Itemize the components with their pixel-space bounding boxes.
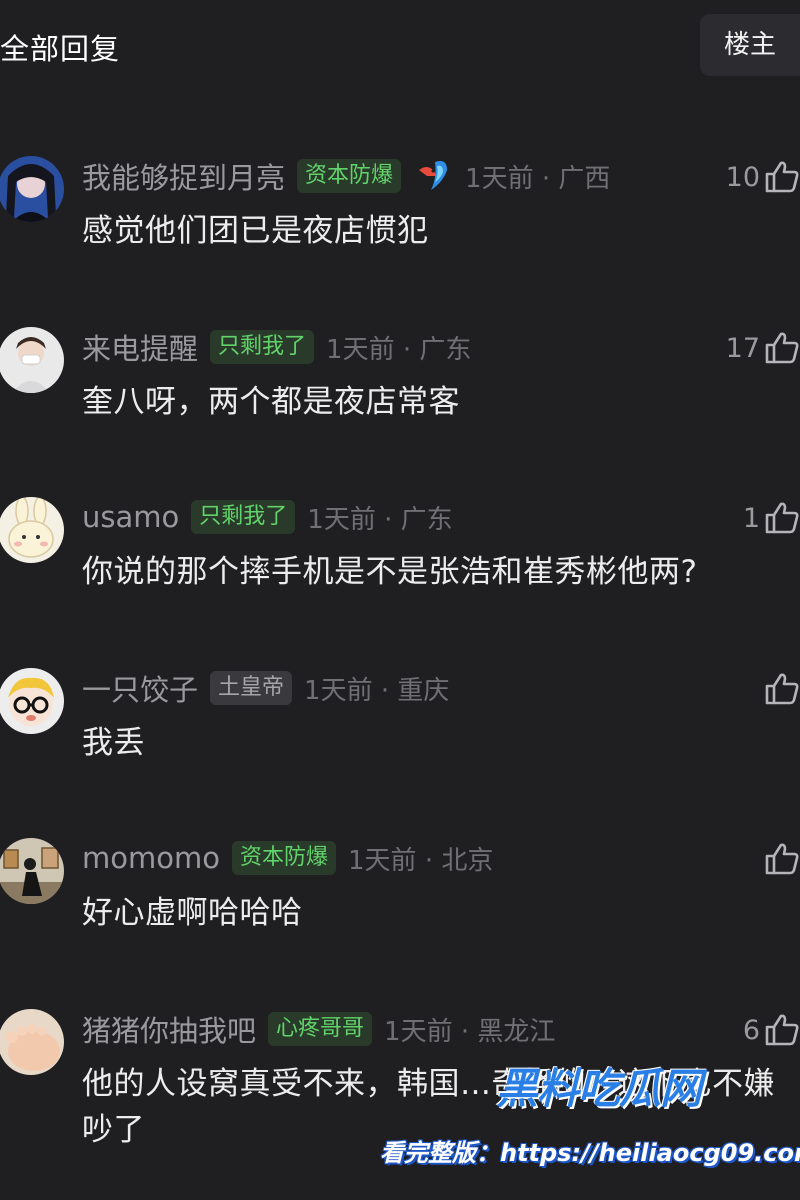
like-count: 1 — [742, 502, 760, 534]
username[interactable]: 一只饺子 — [82, 667, 198, 709]
user-badge: 只剩我了 — [210, 330, 315, 364]
like-button[interactable]: 1 — [743, 499, 800, 537]
thumbs-up-icon — [765, 502, 799, 534]
thumbs-up-icon — [765, 673, 799, 705]
like-count: 17 — [725, 332, 760, 364]
comment-header: 一只饺子 土皇帝 1天前 · 重庆 — [82, 668, 449, 708]
comment-meta: 1天前 · 广东 — [307, 504, 453, 535]
comment-meta: 1天前 · 黑龙江 — [384, 1016, 556, 1047]
avatar[interactable] — [0, 327, 64, 393]
username[interactable]: momomo — [82, 841, 220, 875]
comment-item: 一只饺子 土皇帝 1天前 · 重庆 我丢 — [0, 668, 800, 818]
username[interactable]: 我能够捉到月亮 — [82, 155, 285, 197]
op-only-button[interactable]: 楼主 — [700, 14, 800, 76]
comment-text: 感觉他们团已是夜店惯犯 — [82, 213, 429, 249]
avatar[interactable] — [0, 1009, 64, 1075]
comment-text: 我丢 — [82, 725, 145, 761]
user-badge: 只剩我了 — [191, 500, 296, 534]
watermark-url: 看完整版：https://heiliaocg09.com — [380, 1139, 800, 1167]
username[interactable]: 猪猪你抽我吧 — [82, 1008, 256, 1050]
user-badge: 心疼哥哥 — [268, 1012, 373, 1046]
watermark-title: 黑料吃瓜网 — [496, 1064, 702, 1113]
like-button[interactable]: 6 — [743, 1011, 800, 1049]
user-badge: 资本防爆 — [231, 841, 336, 875]
comment-item: usamo 只剩我了 1天前 · 广东 1 你说的那个摔手机是不是张浩和崔秀彬他… — [0, 497, 800, 647]
comment-item: momomo 资本防爆 1天前 · 北京 好心虚啊哈哈哈 — [0, 838, 800, 988]
bird-icon — [419, 161, 448, 190]
username[interactable]: usamo — [82, 500, 179, 534]
username[interactable]: 来电提醒 — [82, 326, 198, 368]
comment-header: 来电提醒 只剩我了 1天前 · 广东 — [82, 327, 471, 367]
comment-meta: 1天前 · 广西 — [465, 163, 611, 194]
like-button[interactable] — [760, 670, 800, 708]
comment-text: 你说的那个摔手机是不是张浩和崔秀彬他两? — [82, 554, 698, 590]
avatar[interactable] — [0, 668, 64, 734]
comment-header: 我能够捉到月亮 资本防爆 1天前 · 广西 — [82, 156, 610, 196]
avatar[interactable] — [0, 838, 64, 904]
comment-item: 我能够捉到月亮 资本防爆 1天前 · 广西 10 感觉他们团已是夜店惯犯 — [0, 156, 800, 306]
thumbs-up-icon — [765, 1014, 799, 1046]
thumbs-up-icon — [765, 332, 799, 364]
comment-header: momomo 资本防爆 1天前 · 北京 — [82, 838, 493, 878]
comment-header: usamo 只剩我了 1天前 · 广东 — [82, 497, 453, 537]
like-count: 6 — [742, 1014, 760, 1046]
comment-header: 猪猪你抽我吧 心疼哥哥 1天前 · 黑龙江 — [82, 1009, 555, 1049]
comment-meta: 1天前 · 广东 — [326, 334, 472, 365]
like-count: 10 — [725, 161, 760, 193]
comment-text: 奎八呀，两个都是夜店常客 — [82, 384, 460, 420]
thumbs-up-icon — [765, 843, 799, 875]
avatar[interactable] — [0, 497, 64, 563]
header: 全部回复 楼主 — [0, 0, 800, 90]
user-badge: 资本防爆 — [297, 159, 402, 193]
comment-text: 好心虚啊哈哈哈 — [82, 895, 303, 931]
watermark: 黑料吃瓜网 看完整版：https://heiliaocg09.com — [380, 1055, 800, 1185]
user-badge: 土皇帝 — [210, 671, 293, 705]
like-button[interactable]: 10 — [726, 158, 800, 196]
avatar[interactable] — [0, 156, 64, 222]
thumbs-up-icon — [765, 161, 799, 193]
comment-item: 来电提醒 只剩我了 1天前 · 广东 17 奎八呀，两个都是夜店常客 — [0, 327, 800, 477]
like-button[interactable] — [760, 840, 800, 878]
page-title: 全部回复 — [0, 32, 121, 66]
comment-meta: 1天前 · 重庆 — [304, 675, 450, 706]
like-button[interactable]: 17 — [726, 329, 800, 367]
comment-meta: 1天前 · 北京 — [348, 845, 494, 876]
